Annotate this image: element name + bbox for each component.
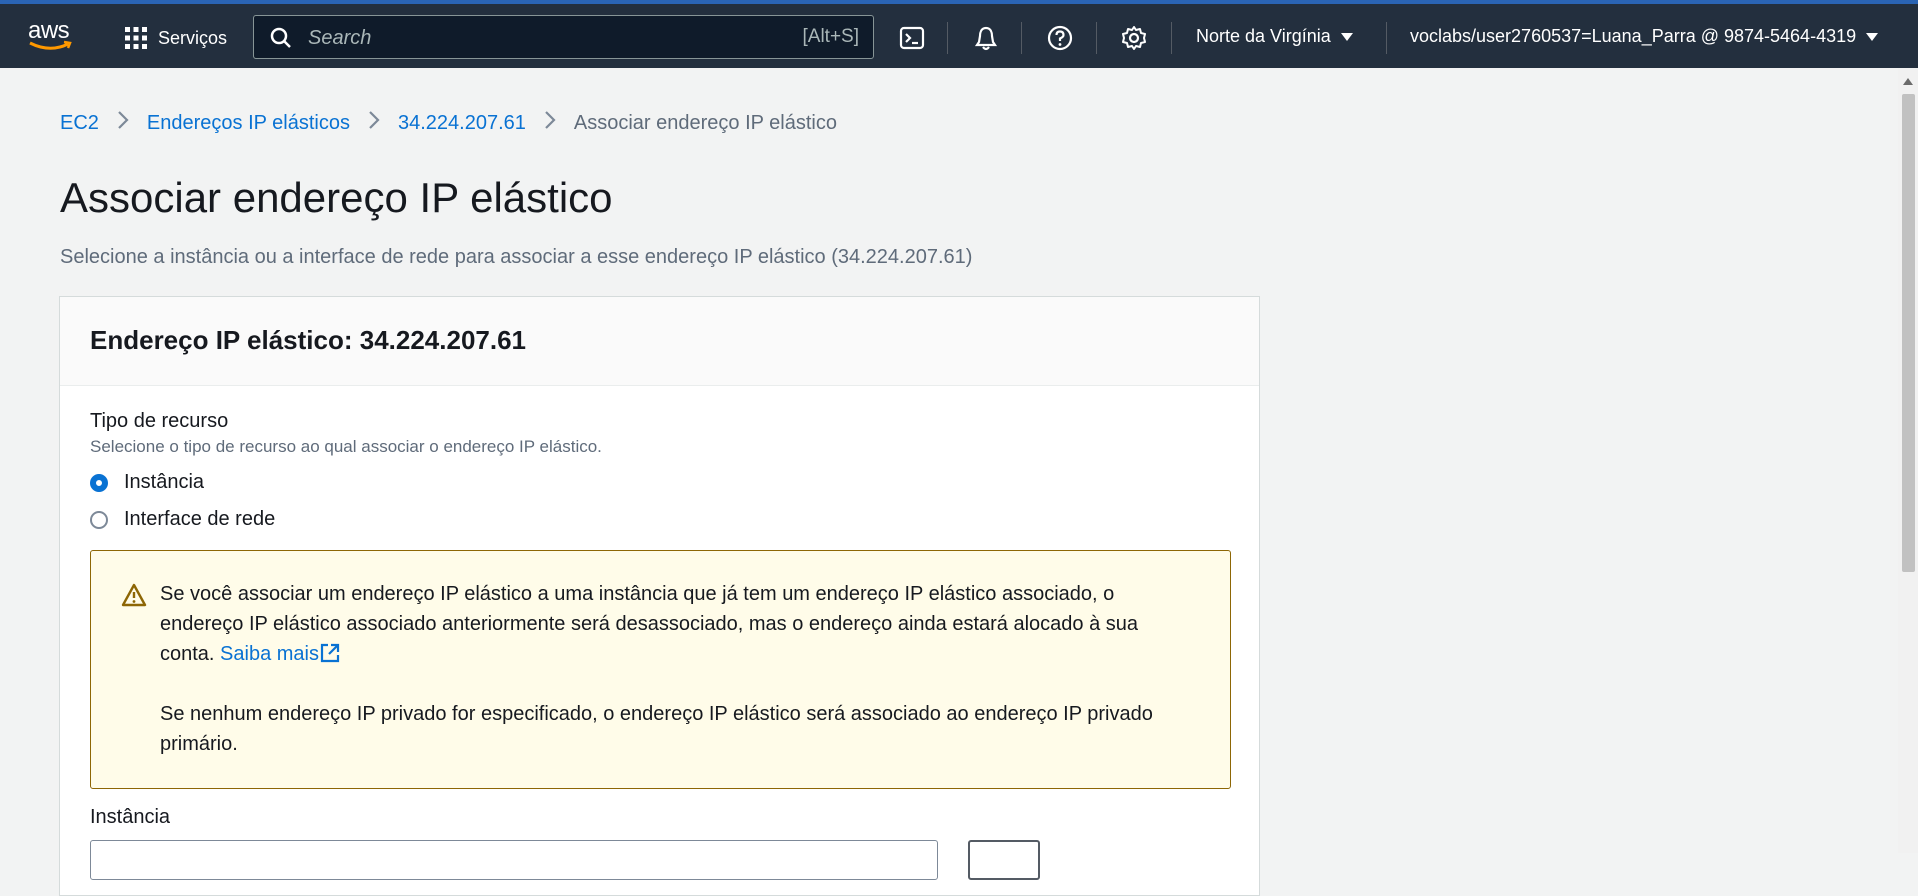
breadcrumb: EC2 Endereços IP elásticos 34.224.207.61… (60, 110, 837, 136)
search-shortcut-hint: [Alt+S] (802, 26, 860, 47)
help-button[interactable] (1046, 24, 1074, 52)
refresh-button[interactable] (968, 840, 1040, 880)
notifications-button[interactable] (972, 24, 1000, 52)
nav-divider (1021, 22, 1022, 54)
scroll-up-arrow-icon[interactable] (1903, 78, 1913, 85)
resource-type-description: Selecione o tipo de recurso ao qual asso… (90, 437, 602, 456)
nav-divider (1386, 22, 1387, 54)
warning-alert: Se você associar um endereço IP elástico… (90, 550, 1231, 789)
nav-divider (947, 22, 948, 54)
chevron-right-icon (544, 110, 556, 136)
nav-divider (1171, 22, 1172, 54)
breadcrumb-link-elastic-ips[interactable]: Endereços IP elásticos (147, 112, 350, 135)
help-icon (1047, 25, 1073, 51)
gear-icon (1122, 26, 1146, 50)
alert-message-1: Se você associar um endereço IP elástico… (160, 579, 1180, 669)
aws-logo-text: aws (28, 17, 70, 44)
chevron-right-icon (117, 110, 129, 136)
external-link-icon (320, 643, 340, 663)
warning-icon (121, 583, 147, 612)
aws-logo[interactable]: aws (26, 17, 76, 56)
search-input[interactable] (306, 24, 750, 52)
chevron-right-icon (368, 110, 380, 136)
resource-type-label: Tipo de recurso (90, 410, 229, 432)
grid-icon (125, 27, 147, 49)
region-selector[interactable]: Norte da Virgínia (1196, 26, 1353, 47)
radio-label-instance: Instância (124, 471, 205, 493)
radio-button-network-interface[interactable] (90, 510, 108, 529)
account-label: voclabs/user2760537=Luana_Parra @ 9874-5… (1410, 26, 1857, 46)
caret-down-icon (1340, 32, 1353, 41)
cloudshell-button[interactable] (898, 24, 926, 52)
learn-more-label: Saiba mais (220, 643, 319, 665)
caret-down-icon (1866, 32, 1879, 41)
instance-field-label: Instância (90, 806, 171, 828)
container-header: Endereço IP elástico: 34.224.207.61 (60, 297, 1259, 386)
alert-message-2: Se nenhum endereço IP privado for especi… (160, 703, 1153, 755)
page-title: Associar endereço IP elástico (60, 174, 613, 221)
radio-button-instance[interactable] (90, 473, 108, 492)
aws-smile-icon (29, 40, 72, 50)
breadcrumb-current: Associar endereço IP elástico (573, 111, 837, 134)
container-title: Endereço IP elástico: 34.224.207.61 (90, 325, 527, 355)
radio-option-instance[interactable]: Instância (90, 471, 204, 494)
account-menu[interactable]: voclabs/user2760537=Luana_Parra @ 9874-5… (1410, 26, 1879, 47)
services-menu-button[interactable]: Serviços (124, 23, 227, 53)
instance-select[interactable] (90, 840, 938, 880)
breadcrumb-link-ip[interactable]: 34.224.207.61 (398, 112, 526, 135)
page-subtitle: Selecione a instância ou a interface de … (60, 246, 973, 268)
scrollbar-thumb[interactable] (1902, 94, 1915, 572)
cloudshell-icon (899, 26, 925, 50)
learn-more-link[interactable]: Saiba mais (220, 643, 341, 665)
region-label: Norte da Virgínia (1196, 26, 1331, 46)
search-icon (270, 27, 291, 48)
settings-button[interactable] (1120, 24, 1148, 52)
services-label: Serviços (158, 27, 228, 48)
search-bar[interactable]: [Alt+S] (253, 15, 874, 59)
radio-option-network-interface[interactable]: Interface de rede (90, 508, 275, 531)
top-navigation: aws Serviços [Alt+S] (0, 0, 1918, 68)
breadcrumb-link-ec2[interactable]: EC2 (60, 112, 99, 135)
radio-label-network-interface: Interface de rede (124, 508, 276, 530)
bell-icon (974, 26, 998, 51)
nav-divider (1096, 22, 1097, 54)
